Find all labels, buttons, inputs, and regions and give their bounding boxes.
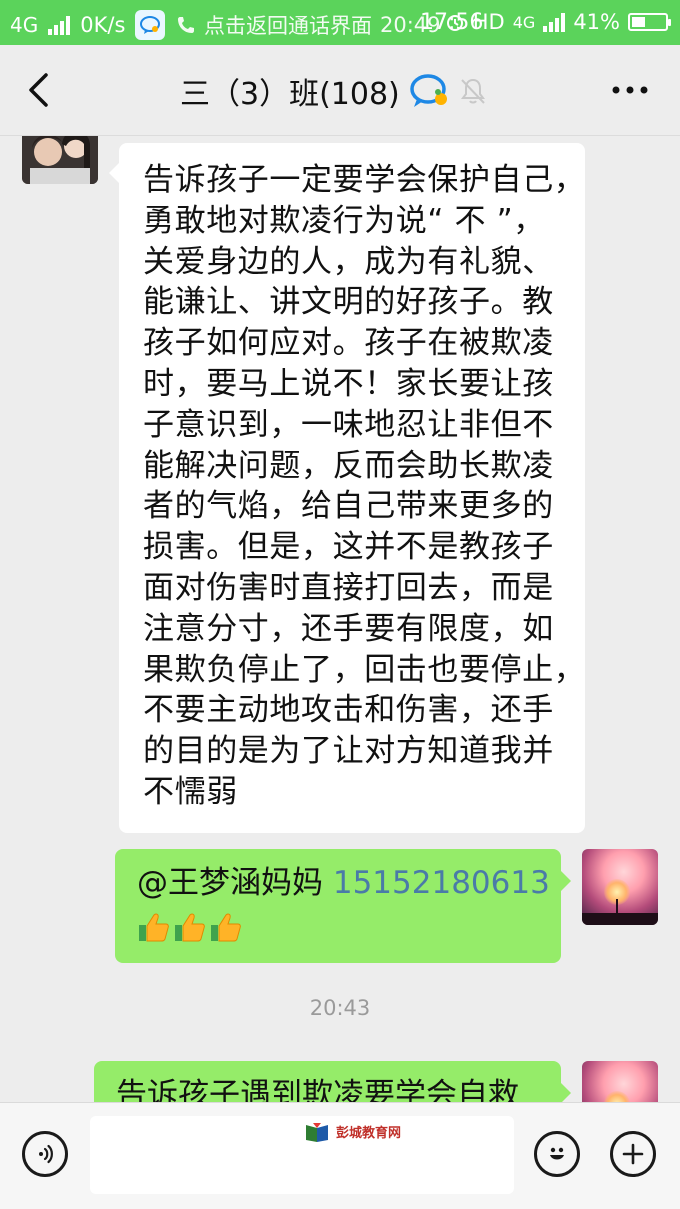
- mention-text[interactable]: @王梦涵妈妈: [137, 865, 323, 901]
- smiley-icon: [550, 1147, 564, 1160]
- emoji-button[interactable]: [534, 1131, 580, 1177]
- emoji-row: [137, 910, 539, 944]
- message-line: 不懦弱: [143, 773, 238, 810]
- mention-line: @王梦涵妈妈 15152180613: [137, 863, 550, 904]
- status-left: 4G 0K/s: [10, 10, 166, 40]
- message-line: 损害。但是，这并不是教孩子: [143, 529, 554, 566]
- return-call-text: 点击返回通话界面: [204, 14, 372, 38]
- message-line: 孩子如何应对。孩子在被欺凌: [143, 325, 554, 362]
- chat-header: 三（3）班(108): [0, 45, 680, 136]
- signal-icon-right: [543, 12, 566, 32]
- chat-title: 三（3）班(108): [180, 77, 400, 112]
- phone-number-link[interactable]: 15152180613: [333, 865, 550, 901]
- chat-title-group[interactable]: 三（3）班(108): [180, 69, 488, 113]
- battery-level: [632, 17, 645, 27]
- message-line: 时，要马上说不！家长要让孩: [143, 365, 554, 402]
- battery-icon: [628, 13, 671, 31]
- my-avatar[interactable]: [582, 849, 658, 925]
- thumbs-up-icon: [173, 910, 207, 944]
- message-line: 能解决问题，反而会助长欺凌: [143, 447, 554, 484]
- more-options-button[interactable]: [610, 75, 650, 105]
- message-text: 告诉孩子遇到欺凌要学会自救: [116, 1077, 519, 1102]
- message-line: 子意识到，一味地忍让非但不: [143, 406, 554, 443]
- message-line: 关爱身边的人，成为有礼貌、: [143, 243, 554, 280]
- message-line: 不要主动地攻击和伤害，还手: [143, 692, 554, 729]
- chevron-left-icon: [29, 73, 48, 107]
- more-dots-icon: [612, 86, 648, 94]
- back-button[interactable]: [18, 67, 58, 113]
- return-to-call-banner[interactable]: 点击返回通话界面 20:49: [176, 10, 441, 40]
- hd-label: HD: [472, 10, 505, 34]
- alarm-icon: [446, 15, 463, 31]
- network-speed: 0K/s: [80, 13, 126, 37]
- outgoing-message-bubble[interactable]: @王梦涵妈妈 15152180613: [115, 849, 571, 963]
- outgoing-message-bubble-partial[interactable]: 告诉孩子遇到欺凌要学会自救: [94, 1061, 571, 1102]
- voice-input-button[interactable]: [22, 1131, 68, 1177]
- incoming-message-bubble[interactable]: 告诉孩子一定要学会保护自己， 勇敢地对欺凌行为说“ 不 ”， 关爱身边的人，成为…: [109, 143, 586, 833]
- watermark-logo-icon: [304, 1122, 330, 1142]
- thumbs-up-icon: [137, 910, 171, 944]
- message-input[interactable]: 彭城教育网: [90, 1116, 514, 1194]
- watermark: 彭城教育网: [304, 1122, 402, 1142]
- message-line: 的目的是为了让对方知道我并: [143, 733, 554, 770]
- avatar-photo-icon: [22, 136, 98, 184]
- network-type-right: 4G: [512, 12, 536, 32]
- sender-avatar[interactable]: [22, 136, 98, 184]
- watermark-text: 彭城教育网: [336, 1126, 402, 1141]
- signal-icon: [48, 15, 71, 35]
- battery-percent: 41%: [573, 10, 620, 34]
- message-timestamp: 20:43: [309, 996, 371, 1020]
- avatar-image-icon: [604, 1091, 630, 1102]
- plus-icon: [622, 1143, 644, 1165]
- group-chat-icon: [410, 74, 447, 107]
- message-line: 告诉孩子一定要学会保护自己，: [143, 162, 586, 198]
- chat-message-list[interactable]: 告诉孩子一定要学会保护自己， 勇敢地对欺凌行为说“ 不 ”， 关爱身边的人，成为…: [0, 136, 680, 1102]
- message-line: 果欺负停止了，回击也要停止，: [143, 651, 586, 688]
- input-bar: 彭城教育网: [0, 1102, 680, 1209]
- message-line: 者的气焰，给自己带来更多的: [143, 488, 554, 525]
- mute-bell-icon: [460, 78, 485, 104]
- voice-icon: [39, 1144, 53, 1164]
- message-line: 面对伤害时直接打回去，而是: [143, 569, 554, 606]
- chat-notification-icon: [135, 10, 166, 40]
- my-avatar[interactable]: [582, 1061, 658, 1102]
- network-type: 4G: [10, 13, 39, 37]
- thumbs-up-icon: [209, 910, 243, 944]
- message-line: 勇敢地对欺凌行为说“ 不 ”，: [143, 202, 545, 239]
- phone-icon: [178, 17, 194, 33]
- message-line: 能谦让、讲文明的好孩子。教: [143, 284, 554, 321]
- message-line: 注意分寸，还手要有限度，如: [143, 610, 554, 647]
- status-right: HD 4G 41%: [445, 10, 671, 34]
- status-bar: 4G 0K/s 点击返回通话界面 20:49 17:56 HD 4G 41%: [0, 0, 680, 45]
- more-functions-button[interactable]: [610, 1131, 656, 1177]
